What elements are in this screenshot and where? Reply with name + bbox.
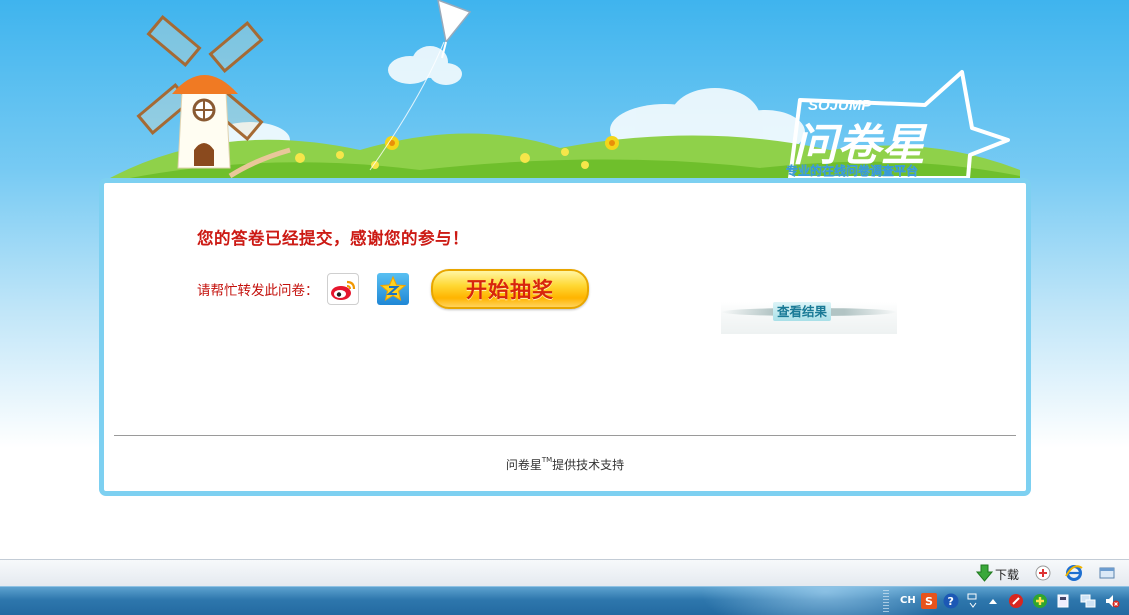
add-tab-icon[interactable] — [1034, 564, 1052, 582]
browser-status-bar: 下载 — [0, 559, 1129, 587]
share-label: 请帮忙转发此问卷： — [197, 283, 319, 299]
lottery-label: 开始抽奖 — [466, 278, 554, 302]
view-results-bar: 查看结果 — [721, 302, 897, 334]
red-app-icon[interactable] — [1008, 593, 1024, 609]
footer-support-text: 提供技术支持 — [552, 458, 625, 472]
logo-en-text: SOJUMP — [808, 97, 872, 114]
show-hidden-icon[interactable] — [985, 593, 1001, 609]
download-label: 下载 — [995, 568, 1020, 582]
footer-brand-link[interactable]: 问卷星 — [506, 458, 542, 472]
window-icon[interactable] — [1098, 564, 1116, 582]
ime-settings-icon[interactable] — [965, 593, 981, 609]
header-banner: SOJUMP 问卷星 专业的在线问卷调查平台 — [110, 0, 1020, 190]
network-icon[interactable] — [1080, 593, 1096, 609]
qzone-icon — [379, 275, 407, 302]
svg-text:?: ? — [948, 595, 954, 608]
windows-taskbar: CH S ? — [0, 586, 1129, 615]
help-icon[interactable]: ? — [943, 593, 959, 609]
language-indicator[interactable]: CH — [900, 595, 916, 606]
weibo-share-button[interactable] — [327, 273, 359, 305]
result-card: 您的答卷已经提交，感谢您的参与！ 请帮忙转发此问卷： 开始抽奖 查看结果 问卷星… — [99, 178, 1031, 496]
device-icon[interactable] — [1055, 593, 1071, 609]
footer-credit: 问卷星TM提供技术支持 — [104, 456, 1026, 473]
thanks-message: 您的答卷已经提交，感谢您的参与！ — [197, 229, 469, 248]
sogou-ime-icon[interactable]: S — [921, 593, 937, 609]
footer-tm: TM — [541, 456, 553, 464]
tray-grip[interactable] — [883, 590, 889, 612]
weibo-icon — [331, 280, 356, 300]
ie-logo-icon[interactable] — [1065, 564, 1083, 582]
volume-muted-icon[interactable] — [1104, 593, 1120, 609]
footer-divider — [114, 435, 1016, 436]
start-lottery-button[interactable]: 开始抽奖 — [431, 269, 589, 309]
green-plus-icon[interactable] — [1032, 593, 1048, 609]
download-arrow-icon — [976, 564, 993, 582]
qzone-share-button[interactable] — [377, 273, 409, 305]
view-results-button[interactable]: 查看结果 — [773, 302, 832, 321]
logo-slogan: 专业的在线问卷调查平台 — [786, 163, 918, 178]
svg-text:S: S — [925, 595, 933, 608]
